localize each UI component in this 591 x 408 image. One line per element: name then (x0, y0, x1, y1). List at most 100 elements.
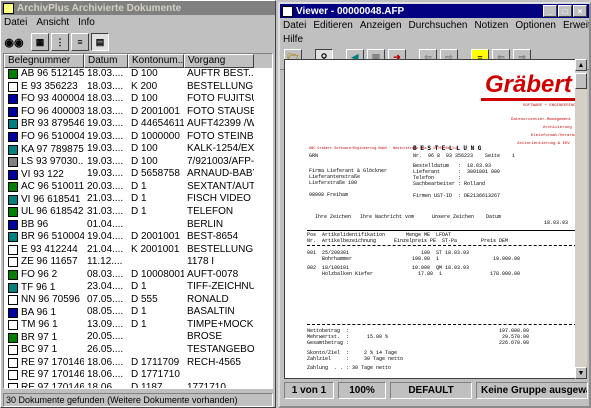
table-row[interactable]: RE 97 1701468 18.06.... D 1711709 RECH-4565 (4, 356, 272, 370)
table-row[interactable]: FO 93 400004 18.03.... D 100 FOTO FUJITSU (4, 93, 272, 106)
document-icon (8, 81, 18, 92)
viewer-menu-notizen[interactable]: Notizen (474, 20, 508, 31)
table-row[interactable]: ZE 96 11657 11.12.... 1178 I (4, 256, 272, 269)
document-list[interactable]: Belegnummer Datum Kontonum... Vorgang AB… (3, 53, 273, 389)
cell-vorgang: AUFTR BEST... (187, 68, 254, 79)
table-row[interactable]: E 93 412244 21.04.... K 2001001 BESTELLUNG … (4, 243, 272, 257)
binoculars-icon[interactable]: ◉◉ (4, 33, 24, 51)
menu-datei[interactable]: Datei (4, 17, 27, 28)
cell-belegnummer: LS 93 97030... (4, 156, 84, 169)
viewer-menubar: Datei Editieren Anzeigen Durchsuchen Not… (280, 18, 589, 32)
table-row[interactable]: BC 97 1 26.05.... TESTANGEBOT (4, 344, 272, 357)
menu-info[interactable]: Info (78, 17, 95, 28)
page-indicator: 1 von 1 (284, 382, 334, 399)
cell-vorgang: BROSE (187, 331, 223, 343)
viewer-menu-editieren[interactable]: Editieren (313, 20, 352, 31)
document-icon (8, 144, 18, 155)
cell-datum: 18.06.... (87, 381, 124, 389)
col-datum[interactable]: Datum (84, 54, 128, 68)
logo-subtitle: SOFTWARE + ENGINEERING (523, 104, 576, 108)
belegnummer-text: FO 96 2 (21, 269, 58, 281)
table-row[interactable]: LS 93 97030... 19.03.... D 100 7/921003/AFP… (4, 155, 272, 169)
cell-datum: 19.03.... (87, 118, 124, 130)
cell-belegnummer: RE 97 1701469 (4, 382, 84, 388)
doc-short: GRN (309, 153, 319, 159)
table-row[interactable]: BR 97 1 20.05.... BROSE (4, 331, 272, 345)
cell-datum: 21.04.... (87, 243, 124, 255)
large-icons-view-icon[interactable]: ▦ (31, 33, 49, 51)
table-head: Pos Artikelidentifikation Menge ME LFDAT… (307, 232, 509, 244)
scroll-up-icon[interactable]: ▲ (575, 59, 587, 71)
table-row[interactable]: BA 96 1 08.05.... D 1 BASALTIN (4, 306, 272, 319)
document-icon (8, 219, 18, 230)
doc-number: Nr. 96 8 93 356223 Seite 1 (413, 153, 516, 159)
cell-datum: 18.06.... (87, 369, 124, 381)
details-view-icon[interactable]: ▤ (91, 33, 109, 51)
cell-kontonummer: D 555 (131, 293, 158, 305)
cell-kontonummer: D 10008001 (131, 268, 184, 280)
belegnummer-text: E 93 412244 (21, 243, 78, 255)
table-row[interactable]: FO 96 2 08.03.... D 10008001 AUFT-0078 (4, 268, 272, 282)
table-row[interactable]: AB 96 512145 18.03.... D 100 AUFTR BEST... (4, 68, 272, 81)
table-row[interactable]: UL 96 618542 31.03.... D 1 TELEFON (4, 206, 272, 219)
right-line-1: Datenorientier-Management (511, 118, 572, 122)
table-row[interactable]: AC 96 51001120.03.... D 1 SEXTANT/AUT... (4, 180, 272, 194)
table-row[interactable]: FO 96 510004 19.03.... D 1000000 FOTO STEIN… (4, 130, 272, 144)
table-row[interactable]: RE 97 1701469 18.06.... D 1187 1771710 (4, 381, 272, 389)
table-row[interactable]: BB 96 01.04.... BERLIN (4, 218, 272, 232)
viewer-menu-datei[interactable]: Datei (283, 20, 306, 31)
table-row[interactable]: BR 93 879546 19.03.... D 44654611 AUFT42399… (4, 118, 272, 131)
table-row[interactable]: BR 96 510004 19.04.... D 2001001 BEST-8654 (4, 231, 272, 244)
close-icon[interactable]: × (573, 5, 587, 17)
cell-vorgang: KALK-1254/EX... (187, 143, 254, 155)
document-icon (8, 232, 18, 243)
right-line-4: Zeitorientierung & EDV (517, 142, 570, 146)
cell-vorgang: BESTELLUNG . (187, 243, 254, 255)
list-view-icon[interactable]: ≡ (71, 33, 89, 51)
table-row[interactable]: NN 96 70596 07.05.... D 555 RONALD (4, 293, 272, 307)
cell-vorgang: BESTELLUNG (187, 80, 254, 92)
viewer-menu-hilfe[interactable]: Hilfe (283, 34, 303, 45)
archive-titlebar[interactable]: ArchivPlus Archivierte Dokumente (1, 1, 275, 15)
table-row[interactable]: FO 96 400003 18.03.... D 2001001 FOTO STAUS… (4, 105, 272, 119)
belegnummer-text: AC 96 510011 (21, 181, 84, 193)
zoom-indicator: 100% (338, 382, 386, 399)
col-kontonummer[interactable]: Kontonum... (128, 54, 184, 68)
document-page[interactable]: Gräbert SOFTWARE + ENGINEERING Datenorie… (284, 59, 587, 379)
cell-kontonummer: D 1711709 (131, 356, 180, 368)
viewer-titlebar[interactable]: Viewer - 00000048.AFP _ □ × (280, 4, 589, 18)
archive-toolbar: ◉◉ ▦ ⋮ ≡ ▤ (1, 29, 275, 55)
col-belegnummer[interactable]: Belegnummer (4, 54, 84, 68)
minimize-icon[interactable]: _ (543, 5, 557, 17)
document-icon (8, 332, 18, 343)
scroll-down-icon[interactable]: ▼ (575, 367, 587, 379)
document-icon (8, 320, 18, 331)
table-row[interactable]: E 93 356223 18.03.... K 200 BESTELLUNG (4, 80, 272, 94)
viewer-menu-durchsuchen[interactable]: Durchsuchen (409, 20, 468, 31)
cell-kontonummer: D 100 (131, 93, 158, 105)
doc-heading: B E S T E L L U N G (413, 145, 482, 152)
col-vorgang[interactable]: Vorgang (184, 54, 254, 68)
viewer-menu-erweitern[interactable]: Erweitern (563, 20, 589, 31)
cell-belegnummer: TF 96 1 (4, 281, 84, 294)
viewer-vertical-scrollbar[interactable]: ▲ ▼ (575, 59, 587, 379)
small-icons-view-icon[interactable]: ⋮ (51, 33, 69, 51)
viewer-menu-optionen[interactable]: Optionen (515, 20, 556, 31)
table-row[interactable]: VI 93 122 19.03.... D 5658758 ARNAUD-BABY (4, 168, 272, 181)
cell-kontonummer: D 1 (131, 206, 147, 218)
cell-belegnummer: RE 97 1701469 (4, 369, 84, 382)
scroll-thumb[interactable] (575, 73, 587, 89)
cell-vorgang: AUFT-0078 (187, 268, 239, 280)
table-row[interactable]: TF 96 1 23.04.... D 1 TIFF-ZEICHNU... (4, 281, 272, 294)
table-row[interactable]: TM 96 1 13.09.... D 1 TIMPE+MOCK (4, 318, 272, 332)
table-row[interactable]: RE 97 1701469 18.06.... D 1771710 (4, 369, 272, 382)
maximize-icon[interactable]: □ (558, 5, 572, 17)
table-row[interactable]: KA 97 78987519.03.... D 100 KALK-1254/EX..… (4, 143, 272, 156)
viewer-menu-anzeigen[interactable]: Anzeigen (360, 20, 402, 31)
menu-ansicht[interactable]: Ansicht (36, 17, 69, 28)
cell-datum: 13.09.... (87, 318, 124, 330)
table-row[interactable]: VI 96 618541 21.03.... D 1 FISCH VIDEO (4, 193, 272, 207)
cell-kontonummer: D 1000000 (131, 130, 180, 142)
item-1: 001 25/200301 100 ST 18.03.93 Bohrhammer… (307, 250, 521, 262)
cell-datum: 18.03.... (87, 68, 124, 79)
